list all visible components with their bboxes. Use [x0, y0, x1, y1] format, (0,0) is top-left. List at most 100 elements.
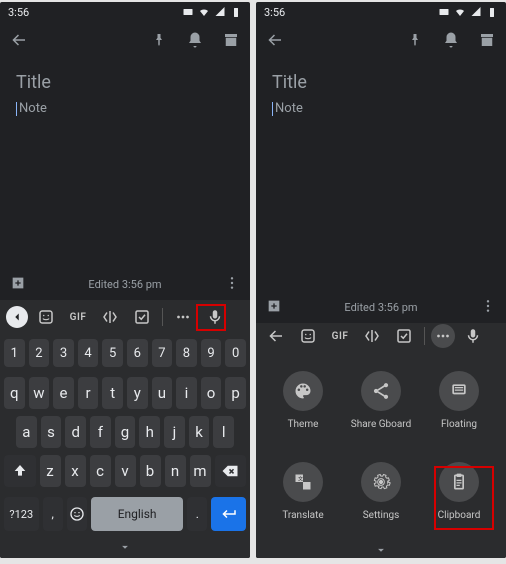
- key-u[interactable]: u: [152, 377, 173, 409]
- key-l[interactable]: l: [213, 416, 234, 448]
- key-0[interactable]: 0: [225, 339, 246, 367]
- wifi-icon: [454, 6, 466, 18]
- enter-key[interactable]: [211, 497, 246, 531]
- reminder-button[interactable]: [442, 31, 460, 53]
- status-icons: [438, 6, 498, 18]
- tool-translate[interactable]: 文 Translate: [268, 462, 338, 521]
- tool-theme[interactable]: Theme: [268, 371, 338, 430]
- kb-expand-button[interactable]: [6, 306, 28, 328]
- key-a[interactable]: a: [16, 416, 37, 448]
- overflow-button[interactable]: [480, 298, 496, 317]
- tool-share[interactable]: Share Gboard: [346, 371, 416, 430]
- note-editor[interactable]: Title Note: [256, 62, 506, 291]
- key-k[interactable]: k: [189, 416, 210, 448]
- archive-button[interactable]: [478, 31, 496, 53]
- shift-key[interactable]: [4, 455, 36, 487]
- gear-icon: [371, 472, 391, 492]
- key-j[interactable]: j: [164, 416, 185, 448]
- tool-label: Settings: [363, 510, 400, 521]
- battery-icon: [486, 6, 498, 18]
- gif-button[interactable]: GIF: [64, 304, 92, 330]
- note-input[interactable]: Note: [272, 101, 490, 116]
- row-asdf: a s d f g h j k l: [0, 414, 250, 450]
- signal-icon: [214, 6, 226, 18]
- backspace-key[interactable]: [215, 455, 247, 487]
- key-n[interactable]: n: [165, 455, 186, 487]
- key-g[interactable]: g: [115, 416, 136, 448]
- sticker-icon[interactable]: [32, 304, 60, 330]
- kb-toolbar: GIF: [0, 300, 250, 334]
- key-c[interactable]: c: [90, 455, 111, 487]
- back-button[interactable]: [10, 31, 28, 53]
- title-input[interactable]: Title: [16, 72, 234, 93]
- tool-floating[interactable]: Floating: [424, 371, 494, 430]
- space-key[interactable]: English: [91, 497, 183, 531]
- key-t[interactable]: t: [102, 377, 123, 409]
- key-x[interactable]: x: [65, 455, 86, 487]
- key-5[interactable]: 5: [102, 339, 123, 367]
- keyboard-tools: GIF Theme Share Gboard: [256, 323, 506, 558]
- key-1[interactable]: 1: [4, 339, 25, 367]
- key-f[interactable]: f: [90, 416, 111, 448]
- mic-icon[interactable]: [201, 304, 229, 330]
- key-y[interactable]: y: [127, 377, 148, 409]
- key-q[interactable]: q: [4, 377, 25, 409]
- emoji-key[interactable]: [67, 497, 87, 531]
- key-w[interactable]: w: [29, 377, 50, 409]
- symbols-key[interactable]: ?123: [4, 497, 39, 531]
- row-qwerty: q w e r t y u i o p: [0, 372, 250, 414]
- archive-button[interactable]: [222, 31, 240, 53]
- tool-settings[interactable]: Settings: [346, 462, 416, 521]
- text-select-icon[interactable]: [358, 323, 386, 349]
- key-s[interactable]: s: [41, 416, 62, 448]
- kb-back-button[interactable]: [262, 323, 290, 349]
- key-7[interactable]: 7: [152, 339, 173, 367]
- kb-divider: [162, 308, 163, 326]
- key-p[interactable]: p: [225, 377, 246, 409]
- reminder-button[interactable]: [186, 31, 204, 53]
- add-button[interactable]: [10, 275, 26, 294]
- key-v[interactable]: v: [115, 455, 136, 487]
- note-editor[interactable]: Title Note: [0, 62, 250, 268]
- key-b[interactable]: b: [140, 455, 161, 487]
- pin-button[interactable]: [150, 31, 168, 53]
- key-h[interactable]: h: [139, 416, 160, 448]
- tool-clipboard[interactable]: Clipboard: [424, 462, 494, 521]
- note-input[interactable]: Note: [16, 101, 234, 116]
- key-m[interactable]: m: [190, 455, 211, 487]
- sticker-icon[interactable]: [294, 323, 322, 349]
- kb-more-button[interactable]: [431, 324, 455, 348]
- nav-bar: [0, 536, 250, 558]
- key-r[interactable]: r: [78, 377, 99, 409]
- key-4[interactable]: 4: [78, 339, 99, 367]
- key-6[interactable]: 6: [127, 339, 148, 367]
- nav-bar: [256, 541, 506, 558]
- add-button[interactable]: [266, 298, 282, 317]
- nav-collapse-icon[interactable]: [374, 543, 388, 557]
- period-key[interactable]: .: [187, 497, 207, 531]
- autofill-icon[interactable]: [390, 323, 418, 349]
- key-i[interactable]: i: [176, 377, 197, 409]
- key-o[interactable]: o: [201, 377, 222, 409]
- status-bar: 3:56: [0, 2, 250, 22]
- tool-label: Floating: [441, 419, 477, 430]
- nav-collapse-icon[interactable]: [118, 540, 132, 554]
- overflow-button[interactable]: [224, 275, 240, 294]
- gif-button[interactable]: GIF: [326, 323, 354, 349]
- key-9[interactable]: 9: [201, 339, 222, 367]
- key-8[interactable]: 8: [176, 339, 197, 367]
- key-z[interactable]: z: [40, 455, 61, 487]
- comma-key[interactable]: ,: [43, 497, 63, 531]
- back-button[interactable]: [266, 31, 284, 53]
- text-select-icon[interactable]: [96, 304, 124, 330]
- pin-button[interactable]: [406, 31, 424, 53]
- mic-icon[interactable]: [459, 323, 487, 349]
- key-e[interactable]: e: [53, 377, 74, 409]
- kb-more-button[interactable]: [169, 304, 197, 330]
- autofill-icon[interactable]: [128, 304, 156, 330]
- title-input[interactable]: Title: [272, 72, 490, 93]
- app-bar: [256, 22, 506, 62]
- key-d[interactable]: d: [65, 416, 86, 448]
- key-2[interactable]: 2: [29, 339, 50, 367]
- key-3[interactable]: 3: [53, 339, 74, 367]
